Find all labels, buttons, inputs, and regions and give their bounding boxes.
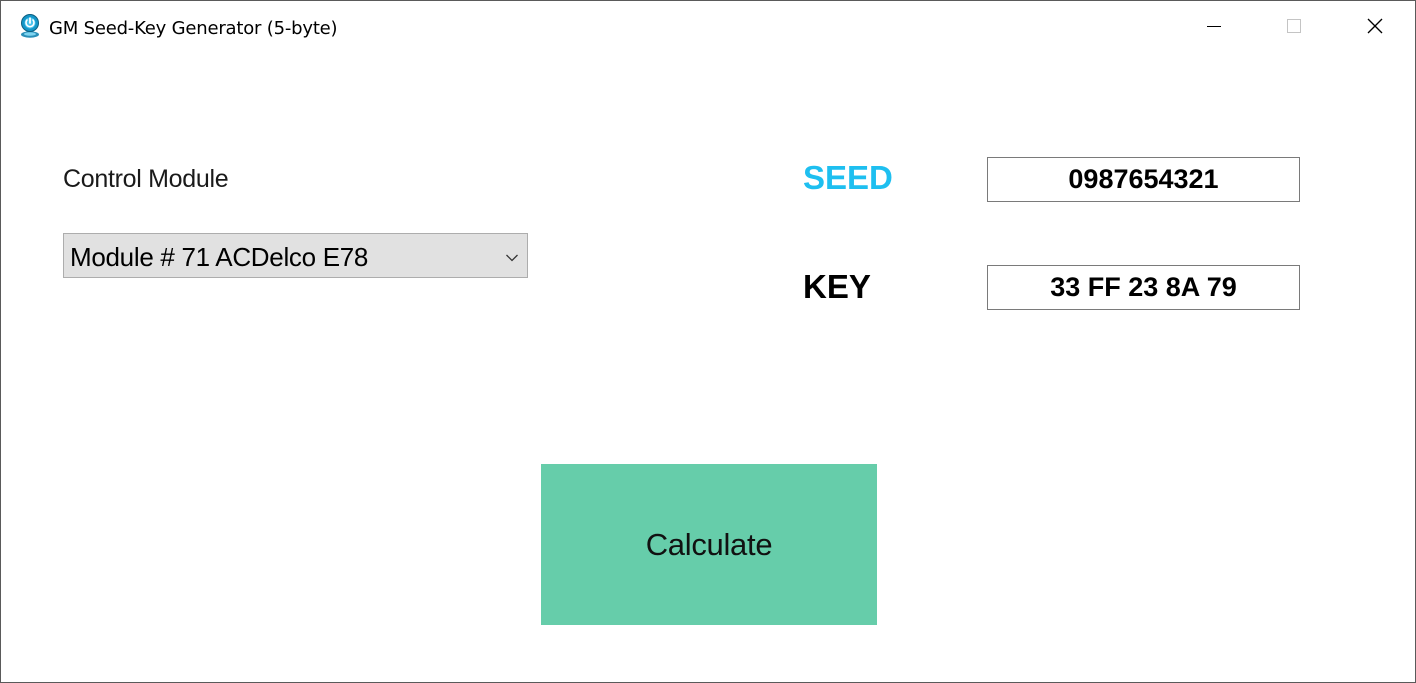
app-window: GM Seed-Key Generator (5-byte) Control M… [0,0,1416,683]
title-bar[interactable]: GM Seed-Key Generator (5-byte) [1,1,1415,56]
seed-input[interactable]: 0987654321 [987,157,1300,202]
maximize-icon [1286,18,1302,39]
control-module-label: Control Module [63,165,229,193]
control-module-dropdown[interactable]: Module # 71 ACDelco E78 [63,233,528,278]
close-button[interactable] [1335,1,1415,55]
maximize-button[interactable] [1254,1,1334,55]
key-output[interactable]: 33 FF 23 8A 79 [987,265,1300,310]
seed-label: SEED [803,159,893,196]
control-module-selected-value: Module # 71 ACDelco E78 [70,242,369,272]
calculate-button-label: Calculate [645,526,773,562]
minimize-icon [1206,18,1222,39]
chevron-down-icon [505,250,519,262]
app-logo-icon [19,13,41,39]
calculate-button[interactable]: Calculate [541,464,877,625]
minimize-button[interactable] [1174,1,1254,55]
close-icon [1366,17,1384,40]
key-label: KEY [803,268,871,305]
window-title: GM Seed-Key Generator (5-byte) [49,18,338,39]
